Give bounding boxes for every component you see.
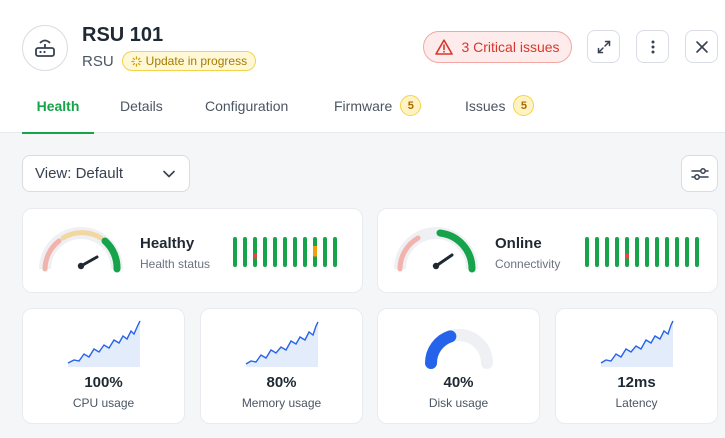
tab-issues[interactable]: Issues 5 — [465, 95, 535, 133]
history-bar-ok — [233, 237, 237, 267]
disk-usage-fill — [424, 330, 456, 369]
health-gauge — [39, 227, 123, 273]
connectivity-card: Online Connectivity — [377, 208, 718, 293]
tab-count-badge: 5 — [513, 95, 535, 116]
tab-active-indicator — [22, 132, 94, 134]
health-status-caption: Health status — [140, 257, 211, 271]
memory-usage-card: 80% Memory usage — [200, 308, 363, 424]
latency-label: Latency — [615, 396, 658, 410]
memory-usage-label: Memory usage — [241, 396, 322, 410]
connectivity-status-label: Online — [495, 235, 542, 252]
tab-configuration[interactable]: Configuration — [205, 98, 288, 133]
history-bar-ok — [605, 237, 609, 267]
history-bar-ok — [333, 237, 337, 267]
history-bar-ok — [675, 237, 679, 267]
disk-usage-card: 40% Disk usage — [377, 308, 540, 424]
memory-usage-value: 80% — [266, 374, 297, 391]
history-bar-ok — [685, 237, 689, 267]
expand-icon — [597, 40, 610, 53]
tab-health[interactable]: Health — [22, 98, 94, 134]
disk-usage-gauge — [378, 319, 539, 375]
health-history-bars — [233, 237, 337, 267]
tab-label: Configuration — [205, 98, 289, 114]
history-bar-warn-low — [253, 237, 257, 267]
history-bar-ok — [615, 237, 619, 267]
close-icon — [695, 40, 708, 53]
history-bar-ok — [293, 237, 297, 267]
tab-label: Issues — [465, 98, 506, 114]
history-bar-ok — [585, 237, 589, 267]
history-bar-ok — [323, 237, 327, 267]
critical-issues-button[interactable]: 3 Critical issues — [423, 31, 572, 63]
history-bar-ok — [263, 237, 267, 267]
tab-label: Firmware — [334, 98, 393, 114]
status-badge: Update in progress — [121, 51, 257, 71]
more-options-button[interactable] — [636, 30, 669, 63]
disk-usage-label: Disk usage — [428, 396, 489, 410]
health-status-card: Healthy Health status — [22, 208, 363, 293]
device-header: RSU 101 RSU Update in progress 3 Critica… — [0, 0, 725, 134]
history-bar-warn — [313, 237, 317, 267]
tab-count-badge: 5 — [400, 95, 422, 116]
history-bar-ok — [645, 237, 649, 267]
history-bar-ok — [595, 237, 599, 267]
cpu-usage-value: 100% — [84, 374, 123, 391]
disk-usage-value: 40% — [443, 374, 474, 391]
history-bar-ok — [243, 237, 247, 267]
chevron-down-icon — [163, 170, 175, 177]
expand-button[interactable] — [587, 30, 620, 63]
tab-firmware[interactable]: Firmware 5 — [334, 95, 422, 133]
close-button[interactable] — [685, 30, 718, 63]
cpu-usage-card: 100% CPU usage — [22, 308, 185, 424]
latency-sparkline — [556, 319, 717, 375]
history-bar-ok — [635, 237, 639, 267]
history-bar-ok — [665, 237, 669, 267]
device-title: RSU 101 — [82, 24, 164, 46]
history-bar-ok — [303, 237, 307, 267]
history-bar-ok — [695, 237, 699, 267]
device-type: RSU — [82, 52, 114, 70]
connectivity-history-bars — [585, 237, 699, 267]
tab-label: Health — [36, 98, 80, 114]
more-vertical-icon — [651, 40, 654, 53]
history-bar-ok — [655, 237, 659, 267]
sliders-icon — [690, 167, 709, 180]
view-select[interactable]: View: Default — [22, 155, 190, 192]
latency-card: 12ms Latency — [555, 308, 718, 424]
device-subtitle: RSU Update in progress — [82, 51, 257, 71]
spinner-icon — [130, 55, 142, 67]
history-bar-ok — [273, 237, 277, 267]
history-bar-error-low — [625, 237, 629, 267]
tab-details[interactable]: Details — [120, 98, 163, 133]
router-icon — [22, 25, 68, 71]
status-badge-label: Update in progress — [145, 54, 248, 68]
cpu-usage-sparkline — [23, 319, 184, 375]
tab-label: Details — [120, 98, 163, 114]
connectivity-gauge — [394, 227, 478, 273]
critical-issues-label: 3 Critical issues — [461, 39, 560, 55]
view-select-value: View: Default — [35, 165, 124, 182]
connectivity-caption: Connectivity — [495, 257, 561, 271]
filter-button[interactable] — [681, 155, 718, 192]
cpu-usage-label: CPU usage — [72, 396, 135, 410]
history-bar-ok — [283, 237, 287, 267]
latency-value: 12ms — [617, 374, 656, 391]
warning-triangle-icon — [435, 39, 454, 55]
health-status-label: Healthy — [140, 235, 195, 252]
memory-usage-sparkline — [201, 319, 362, 375]
